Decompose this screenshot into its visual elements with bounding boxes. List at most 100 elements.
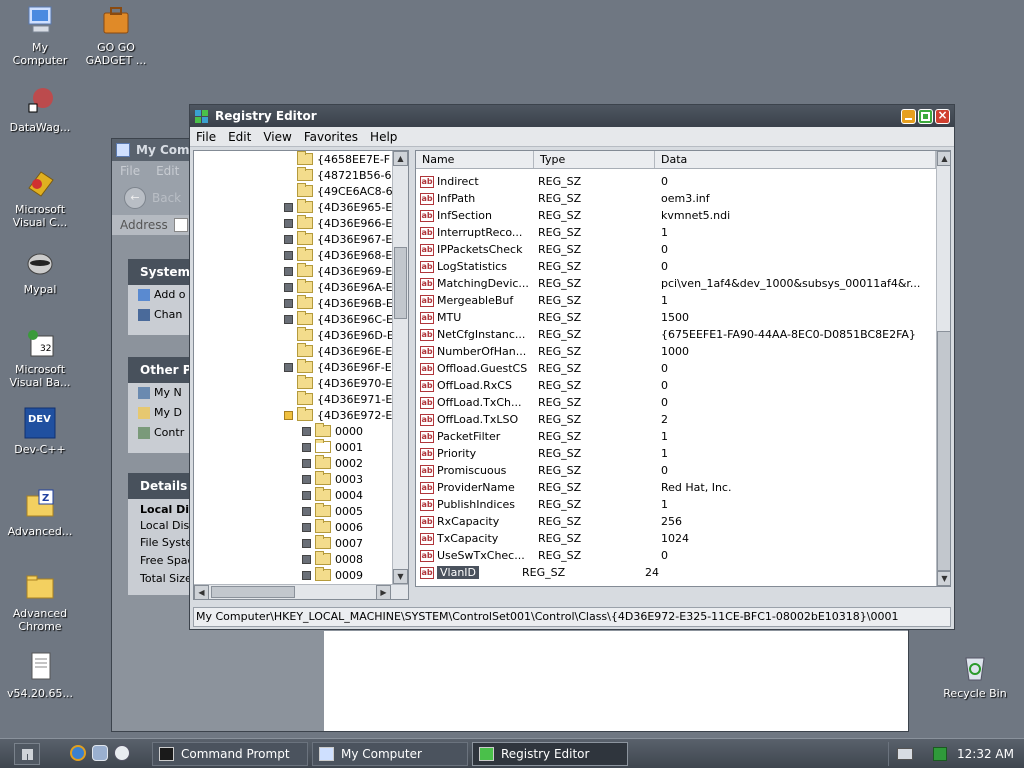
registry-editor-titlebar[interactable]: Registry Editor × (190, 105, 954, 127)
place-my-network[interactable]: My N (128, 383, 190, 403)
tree-node[interactable]: {4D36E967-E (284, 231, 392, 247)
expand-icon[interactable] (284, 362, 293, 372)
list-scroll-thumb[interactable] (937, 331, 950, 571)
value-row[interactable]: ab OffLoad.TxCh... REG_SZ 0 (416, 394, 933, 411)
registry-tree[interactable]: {4658EE7E-F {48721B56-6 {49CE6AC8-6 {4D36E9… (193, 150, 409, 600)
value-row[interactable]: ab MergeableBuf REG_SZ 1 (416, 292, 933, 309)
value-row[interactable]: ab RxCapacity REG_SZ 256 (416, 513, 933, 530)
expand-icon[interactable] (284, 282, 293, 292)
taskbar-button[interactable]: My Computer (312, 742, 468, 766)
column-header-data[interactable]: Data (655, 151, 936, 168)
tree-node[interactable]: 0005 (302, 503, 363, 519)
desktop-icon-advanced-chrome[interactable]: Advanced Chrome (0, 570, 80, 633)
value-row[interactable]: ab IPPacketsCheck REG_SZ 0 (416, 241, 933, 258)
network-tray-icon[interactable] (933, 747, 947, 761)
column-header-type[interactable]: Type (534, 151, 655, 168)
value-row[interactable]: ab Priority REG_SZ 1 (416, 445, 933, 462)
tree-horizontal-scrollbar[interactable]: ◀ ▶ (194, 584, 408, 599)
menu-file[interactable]: File (190, 130, 222, 144)
menu-edit[interactable]: Edit (222, 130, 257, 144)
tree-node[interactable]: {49CE6AC8-6 (284, 183, 393, 199)
back-button-label[interactable]: Back (152, 191, 181, 205)
desktop-icon-mypal[interactable]: Mypal (0, 246, 80, 296)
back-icon[interactable]: ← (124, 187, 146, 209)
desktop-icon-dev-cpp[interactable]: DEV Dev-C++ (0, 406, 80, 456)
task-add-remove[interactable]: Add o (128, 285, 190, 305)
expand-icon[interactable] (284, 218, 293, 228)
value-row[interactable]: ab ProviderName REG_SZ Red Hat, Inc. (416, 479, 933, 496)
expand-icon[interactable] (284, 298, 293, 308)
expand-icon[interactable] (302, 458, 311, 468)
internet-explorer-icon[interactable] (70, 745, 86, 761)
tree-node[interactable]: 0009 (302, 567, 363, 583)
menu-favorites[interactable]: Favorites (298, 130, 364, 144)
place-my-documents[interactable]: My D (128, 403, 190, 423)
scroll-up-icon[interactable]: ▲ (393, 151, 408, 166)
value-row[interactable]: ab MatchingDevic... REG_SZ pci\ven_1af4&dev… (416, 275, 933, 292)
value-row[interactable]: ab TxCapacity REG_SZ 1024 (416, 530, 933, 547)
value-row[interactable]: ab OffLoad.RxCS REG_SZ 0 (416, 377, 933, 394)
taskbar-button[interactable]: Command Prompt (152, 742, 308, 766)
scroll-up-icon[interactable]: ▲ (937, 151, 950, 166)
tree-node[interactable]: {4D36E970-E (284, 375, 392, 391)
desktop-icon-recycle-bin[interactable]: Recycle Bin (935, 650, 1015, 700)
desktop-icon-visual-c[interactable]: Microsoft Visual C... (0, 166, 80, 229)
tree-node[interactable]: {4D36E965-E (284, 199, 392, 215)
desktop-icon-v54[interactable]: v54.20.65... (0, 650, 80, 700)
menu-edit[interactable]: Edit (148, 164, 187, 178)
scroll-left-icon[interactable]: ◀ (194, 585, 209, 599)
tree-node[interactable]: {4D36E96C-E (284, 311, 393, 327)
menu-help[interactable]: Help (364, 130, 403, 144)
menu-view[interactable]: View (257, 130, 297, 144)
expand-icon[interactable] (302, 538, 311, 548)
tree-node[interactable]: 0003 (302, 471, 363, 487)
value-row[interactable]: ab LogStatistics REG_SZ 0 (416, 258, 933, 275)
tree-node[interactable]: {4D36E968-E (284, 247, 392, 263)
desktop-icon-advanced[interactable]: Z Advanced... (0, 488, 80, 538)
scroll-down-icon[interactable]: ▼ (393, 569, 408, 584)
desktop-icon-my-computer[interactable]: My Computer (0, 4, 80, 67)
expand-icon[interactable] (302, 570, 311, 580)
expand-icon[interactable] (284, 314, 293, 324)
value-row[interactable]: ab MTU REG_SZ 1500 (416, 309, 933, 326)
system-tasks-title[interactable]: System T (128, 259, 190, 285)
value-row[interactable]: ab VlanID REG_SZ 24 (416, 564, 917, 581)
value-row[interactable]: ab PublishIndices REG_SZ 1 (416, 496, 933, 513)
column-header-name[interactable]: Name (416, 151, 534, 168)
other-places-title[interactable]: Other Pla (128, 357, 190, 383)
keyboard-icon[interactable] (897, 748, 913, 760)
tree-node[interactable]: {4D36E96F-E (284, 359, 392, 375)
tree-node[interactable]: {4D36E972-E (284, 407, 392, 423)
menu-file[interactable]: File (112, 164, 148, 178)
media-player-icon[interactable] (114, 745, 130, 761)
tree-node[interactable]: 0006 (302, 519, 363, 535)
value-row[interactable]: ab NetCfgInstanc... REG_SZ {675EEFE1-FA90-4… (416, 326, 933, 343)
expand-icon[interactable] (302, 506, 311, 516)
desktop-icon-datawag[interactable]: DataWag... (0, 84, 80, 134)
close-button[interactable]: × (935, 108, 950, 124)
tree-node[interactable]: {4D36E96E-E (284, 343, 392, 359)
tree-node[interactable]: 0008 (302, 551, 363, 567)
tree-hscroll-thumb[interactable] (211, 586, 295, 598)
details-title[interactable]: Details (128, 473, 190, 499)
tree-node[interactable]: 0007 (302, 535, 363, 551)
tree-node[interactable]: 0004 (302, 487, 363, 503)
tree-node[interactable]: {4D36E971-E (284, 391, 392, 407)
minimize-button[interactable] (901, 108, 916, 124)
expand-icon[interactable] (302, 554, 311, 564)
tree-node[interactable]: 0002 (302, 455, 363, 471)
expand-icon[interactable] (284, 234, 293, 244)
tree-node[interactable]: 0000 (302, 423, 363, 439)
value-row[interactable]: ab Offload.GuestCS REG_SZ 0 (416, 360, 933, 377)
tree-node[interactable]: {4D36E96A-E (284, 279, 393, 295)
address-field[interactable] (173, 218, 188, 232)
value-row[interactable]: ab InfPath REG_SZ oem3.inf (416, 190, 933, 207)
desktop-icon-go-go-gadget[interactable]: GO GO GADGET ... (76, 4, 156, 67)
registry-value-list[interactable]: Name Type Data ab Indirect REG_SZ 0 ab InfPat… (415, 150, 951, 587)
start-button[interactable] (14, 743, 40, 765)
task-change-setting[interactable]: Chan (128, 305, 190, 325)
expand-icon[interactable] (302, 522, 311, 532)
value-row[interactable]: ab UseSwTxChec... REG_SZ 0 (416, 547, 933, 564)
value-row[interactable]: ab InterruptReco... REG_SZ 1 (416, 224, 933, 241)
place-control-panel[interactable]: Contr (128, 423, 190, 443)
